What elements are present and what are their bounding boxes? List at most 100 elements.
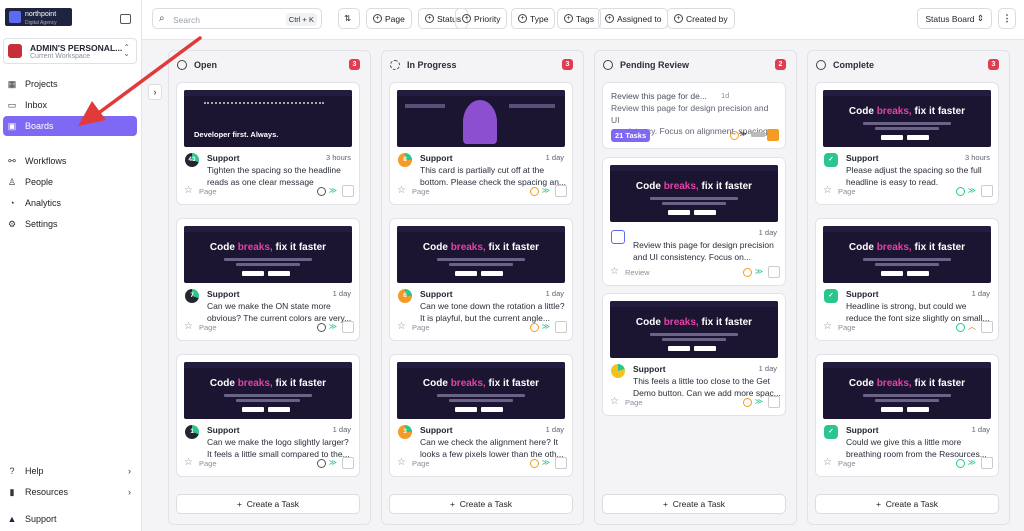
star-icon[interactable]: ☆: [397, 185, 406, 196]
filter-created-by[interactable]: + Created by: [667, 8, 735, 29]
status-icon[interactable]: [530, 459, 539, 468]
filter-type[interactable]: + Type: [511, 8, 556, 29]
status-icon[interactable]: [956, 459, 965, 468]
nav-help[interactable]: ? Help ›: [3, 461, 137, 481]
status-icon[interactable]: [956, 323, 965, 332]
status-icon[interactable]: [730, 131, 739, 140]
star-icon[interactable]: ☆: [184, 185, 193, 196]
task-card[interactable]: Code breaks, fix it faster ✓ Support 1 d…: [815, 354, 999, 477]
review-card[interactable]: Review this page for de... 1d Review thi…: [602, 82, 786, 149]
priority-icon[interactable]: ≫: [740, 130, 747, 138]
priority-low-icon[interactable]: ≫: [542, 458, 550, 467]
assignee-avatar[interactable]: [342, 185, 354, 197]
task-time: 3 hours: [325, 153, 351, 162]
task-description: This feels a little too close to the Get: [633, 376, 771, 386]
task-card[interactable]: Code breaks, fix it faster 3 Support 1 d…: [389, 354, 573, 477]
priority-low-icon[interactable]: ≫: [968, 458, 976, 467]
star-icon[interactable]: ☆: [397, 457, 406, 468]
nav-boards[interactable]: ▣ Boards: [3, 116, 137, 136]
page-thumbnail: Code breaks, fix it faster: [610, 301, 778, 358]
workspace-switcher[interactable]: ADMIN'S PERSONAL... Current Workspace ⌃ ⌄: [3, 38, 137, 64]
tasks-count-tag[interactable]: 21 Tasks: [611, 129, 651, 142]
star-icon[interactable]: ☆: [823, 457, 832, 468]
create-task-button[interactable]: + Create a Task: [815, 494, 999, 514]
priority-low-icon[interactable]: ≫: [329, 458, 337, 467]
status-icon[interactable]: [530, 323, 539, 332]
create-task-button[interactable]: + Create a Task: [176, 494, 360, 514]
priority-low-icon[interactable]: ≫: [968, 186, 976, 195]
status-icon[interactable]: [743, 398, 752, 407]
count-badge: 2: [775, 59, 786, 70]
priority-high-icon[interactable]: ︿: [968, 322, 976, 331]
priority-low-icon[interactable]: ≫: [542, 322, 550, 331]
task-card[interactable]: Code breaks, fix it faster Support 1 day…: [602, 293, 786, 416]
star-icon[interactable]: ☆: [823, 185, 832, 196]
nav-workflows[interactable]: ⚯ Workflows: [3, 151, 137, 171]
priority-low-icon[interactable]: ≫: [755, 397, 763, 406]
priority-low-icon[interactable]: ≫: [542, 186, 550, 195]
assignee-avatar[interactable]: [981, 457, 993, 469]
nav-analytics[interactable]: ◔ Analytics: [3, 193, 137, 213]
assignee-avatar[interactable]: [342, 457, 354, 469]
task-card[interactable]: Code breaks, fix it faster 1 day Review …: [602, 157, 786, 286]
create-task-button[interactable]: + Create a Task: [389, 494, 573, 514]
nav-projects[interactable]: ▦ Projects: [3, 74, 137, 94]
status-icon[interactable]: [317, 459, 326, 468]
checkbox[interactable]: [611, 230, 625, 244]
assignee-avatar[interactable]: [768, 396, 780, 408]
priority-low-icon[interactable]: ≫: [329, 186, 337, 195]
task-card[interactable]: Code breaks, fix it faster 7 Support 1 d…: [176, 218, 360, 341]
collapse-sidebar-icon[interactable]: [120, 14, 131, 24]
task-card[interactable]: Code breaks, fix it faster 1 Support 1 d…: [176, 354, 360, 477]
task-card[interactable]: Code breaks, fix it faster ✓ Support 1 d…: [815, 218, 999, 341]
filter-page[interactable]: + Page: [366, 8, 412, 29]
sort-button[interactable]: ⇅: [338, 8, 360, 29]
star-icon[interactable]: ☆: [184, 321, 193, 332]
task-card[interactable]: 8 Support 1 day This card is partially c…: [389, 82, 573, 205]
assignee-avatar[interactable]: [768, 266, 780, 278]
star-icon[interactable]: ☆: [823, 321, 832, 332]
create-task-button[interactable]: + Create a Task: [602, 494, 786, 514]
status-icon[interactable]: [956, 187, 965, 196]
task-time: 1 day: [758, 364, 777, 373]
status-icon[interactable]: [743, 268, 752, 277]
assignee-avatar[interactable]: [342, 321, 354, 333]
assignee-avatar[interactable]: [767, 129, 779, 141]
more-options-button[interactable]: ⋮: [998, 8, 1016, 29]
filter-priority[interactable]: + Priority: [455, 8, 508, 29]
assignee-avatar[interactable]: [555, 457, 567, 469]
status-in-progress-icon: [390, 60, 400, 70]
star-icon[interactable]: ☆: [610, 396, 619, 407]
view-selector[interactable]: Status Board ⇕: [917, 8, 992, 29]
status-icon[interactable]: [317, 187, 326, 196]
assignee-avatar[interactable]: [555, 321, 567, 333]
star-icon[interactable]: ☆: [184, 457, 193, 468]
workspace-title: ADMIN'S PERSONAL...: [30, 43, 123, 53]
status-icon[interactable]: [530, 187, 539, 196]
expand-panel-button[interactable]: ›: [148, 84, 162, 100]
priority-low-icon[interactable]: ≫: [329, 322, 337, 331]
nav-people[interactable]: ♙ People: [3, 172, 137, 192]
task-author: Support: [420, 425, 453, 435]
assignee-avatar[interactable]: [555, 185, 567, 197]
count-badge: 3: [562, 59, 573, 70]
nav-inbox[interactable]: ▭ Inbox: [3, 95, 137, 115]
status-icon[interactable]: [317, 323, 326, 332]
assignee-avatar[interactable]: [981, 185, 993, 197]
task-description: Please adjust the spacing so the full: [846, 165, 982, 175]
nav-resources[interactable]: ▮ Resources ›: [3, 482, 137, 502]
star-icon[interactable]: ☆: [610, 266, 619, 277]
task-card[interactable]: Developer first. Always. 43 Support 3 ho…: [176, 82, 360, 205]
task-card[interactable]: Code breaks, fix it faster 6 Support 1 d…: [389, 218, 573, 341]
northpoint-logo[interactable]: northpoint Digital Agency: [5, 8, 72, 26]
filter-assigned-to[interactable]: + Assigned to: [598, 8, 669, 29]
search-input[interactable]: ⌕ Search Ctrl + K: [152, 8, 322, 29]
person-icon: ♙: [7, 176, 17, 187]
priority-low-icon[interactable]: ≫: [755, 267, 763, 276]
nav-settings[interactable]: ⚙ Settings: [3, 214, 137, 234]
nav-support[interactable]: ▲ Support: [3, 509, 137, 529]
task-card[interactable]: Code breaks, fix it faster ✓ Support 3 h…: [815, 82, 999, 205]
filter-tags[interactable]: + Tags: [557, 8, 601, 29]
assignee-avatar[interactable]: [981, 321, 993, 333]
star-icon[interactable]: ☆: [397, 321, 406, 332]
